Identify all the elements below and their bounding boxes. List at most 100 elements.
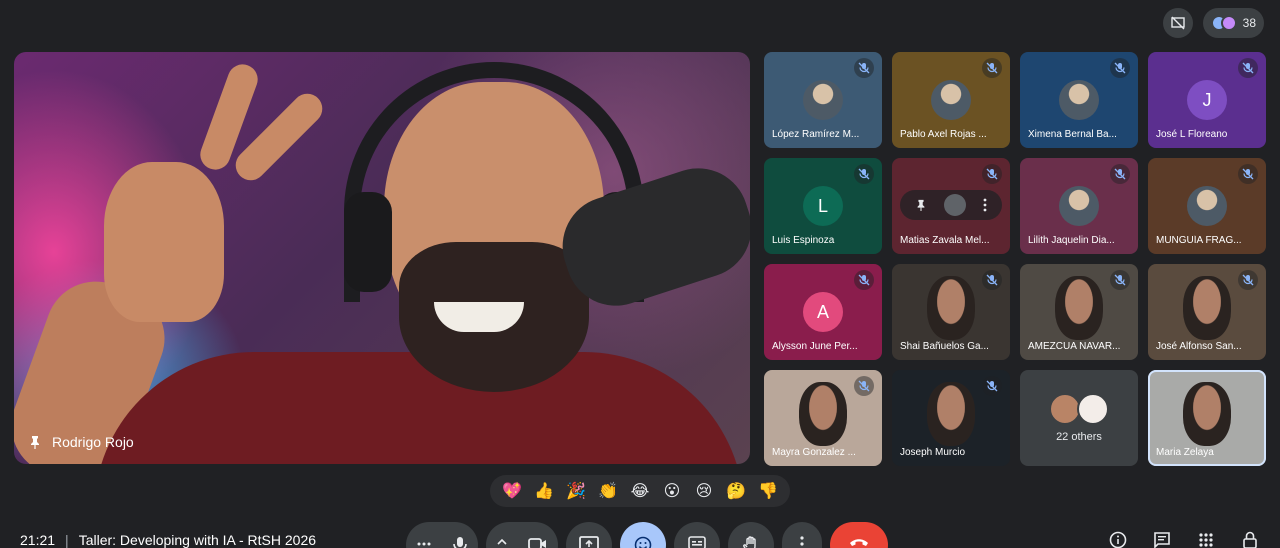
video-control-group	[486, 522, 558, 548]
participant-name: Ximena Bernal Ba...	[1028, 129, 1117, 140]
video-options-button[interactable]	[496, 536, 508, 548]
participant-tile[interactable]: Matias Zavala Mel...	[892, 158, 1010, 254]
reaction-emoji[interactable]: 👍	[530, 481, 558, 501]
mic-off-icon	[854, 58, 874, 78]
presentation-off-icon	[1170, 15, 1186, 31]
reaction-emoji[interactable]: 👏	[594, 481, 622, 501]
reaction-emoji[interactable]: 🤔	[722, 481, 750, 501]
participants-grid: López Ramírez M... Pablo Axel Rojas ... Xi…	[764, 52, 1268, 466]
chat-button[interactable]	[1152, 530, 1172, 548]
participants-button[interactable]: 38	[1202, 8, 1264, 38]
meeting-info-separator: |	[65, 532, 69, 548]
microphone-button[interactable]	[452, 536, 468, 548]
camera-button[interactable]	[528, 536, 548, 548]
reaction-emoji[interactable]: 😢	[690, 481, 718, 501]
participant-name: MUNGUÍA FRAG...	[1156, 235, 1242, 246]
reaction-emoji[interactable]: 👎	[754, 481, 782, 501]
participant-name: Alysson June Per...	[772, 341, 858, 352]
participant-tile[interactable]: J José L Floreano	[1148, 52, 1266, 148]
more-vert-icon[interactable]	[983, 198, 987, 212]
participant-video	[1183, 382, 1231, 446]
speaker-name-label: Rodrigo Rojo	[28, 434, 134, 450]
participant-name: Matias Zavala Mel...	[900, 235, 990, 246]
reaction-emoji[interactable]: 😮	[658, 481, 686, 501]
participant-count: 38	[1242, 16, 1256, 30]
raise-hand-button[interactable]	[728, 522, 774, 548]
participant-name: López Ramírez M...	[772, 129, 860, 140]
participant-name: Lilith Jaquelin Dia...	[1028, 235, 1115, 246]
activities-button[interactable]	[1196, 530, 1216, 548]
chat-icon	[1153, 531, 1171, 548]
mic-off-icon	[982, 376, 1002, 396]
participant-tile[interactable]: Ximena Bernal Ba...	[1020, 52, 1138, 148]
leave-call-button[interactable]	[830, 522, 888, 548]
audio-control-group	[406, 522, 478, 548]
present-screen-button[interactable]	[566, 522, 612, 548]
participant-avatar: L	[803, 186, 843, 226]
headphone-cup	[344, 192, 392, 292]
captions-icon	[688, 536, 706, 548]
participant-tile[interactable]: L Luis Espinoza	[764, 158, 882, 254]
mic-off-icon	[982, 270, 1002, 290]
speaker-shirt	[94, 352, 744, 464]
reactions-button[interactable]	[620, 522, 666, 548]
participant-video	[1183, 276, 1231, 340]
hand-icon	[742, 536, 760, 548]
pin-icon[interactable]	[28, 435, 42, 449]
mic-off-icon	[854, 270, 874, 290]
reaction-emoji[interactable]: 🎉	[562, 481, 590, 501]
meeting-details-button[interactable]	[1108, 530, 1128, 548]
captions-button[interactable]	[674, 522, 720, 548]
participant-tile[interactable]: Pablo Axel Rojas ...	[892, 52, 1010, 148]
mic-off-icon	[982, 164, 1002, 184]
participant-avatar	[1059, 186, 1099, 226]
apps-grid-icon	[1198, 532, 1214, 548]
participant-name: AMEZCUA NAVAR...	[1028, 341, 1121, 352]
host-controls-button[interactable]	[1240, 530, 1260, 548]
participant-video	[927, 382, 975, 446]
mic-off-icon	[1238, 58, 1258, 78]
emoji-icon	[634, 536, 652, 548]
participant-tile[interactable]: Maria Zelaya	[1148, 370, 1266, 466]
reactions-bar: 💖 👍 🎉 👏 😂 😮 😢 🤔 👎	[490, 475, 790, 507]
pin-icon[interactable]	[915, 199, 927, 211]
others-count: 22 others	[1056, 431, 1102, 443]
mic-off-icon	[854, 376, 874, 396]
audio-options-button[interactable]	[416, 536, 432, 548]
mic-off-icon	[1238, 270, 1258, 290]
participant-name: José L Floreano	[1156, 129, 1228, 140]
participant-tile[interactable]: Joseph Murcio	[892, 370, 1010, 466]
participant-tile[interactable]: AMEZCUA NAVAR...	[1020, 264, 1138, 360]
more-options-button[interactable]	[782, 522, 822, 548]
more-vert-icon	[800, 536, 804, 548]
mic-off-icon	[982, 58, 1002, 78]
participant-tile[interactable]: Lilith Jaquelin Dia...	[1020, 158, 1138, 254]
participant-tile[interactable]: A Alysson June Per...	[764, 264, 882, 360]
participant-tile[interactable]: Mayra Gonzalez ...	[764, 370, 882, 466]
participant-avatar	[803, 80, 843, 120]
participant-tile[interactable]: Shai Bañuelos Ga...	[892, 264, 1010, 360]
reaction-emoji[interactable]: 😂	[626, 481, 654, 501]
end-call-icon	[848, 536, 870, 548]
participant-avatar	[1187, 186, 1227, 226]
others-summary: 22 others	[1020, 370, 1138, 466]
mic-off-icon	[1110, 58, 1130, 78]
participant-avatar: J	[1187, 80, 1227, 120]
presentation-off-button[interactable]	[1162, 8, 1193, 38]
tile-hover-controls	[900, 190, 1002, 220]
mic-off-icon	[1238, 164, 1258, 184]
participant-tile[interactable]: José Alfonso San...	[1148, 264, 1266, 360]
participant-name: Pablo Axel Rojas ...	[900, 129, 987, 140]
participant-video	[799, 382, 847, 446]
participant-name: Joseph Murcio	[900, 447, 966, 458]
participant-video	[1055, 276, 1103, 340]
participant-tile[interactable]: MUNGUÍA FRAG...	[1148, 158, 1266, 254]
participant-name: Mayra Gonzalez ...	[772, 447, 856, 458]
participant-avatar	[1059, 80, 1099, 120]
main-speaker-tile[interactable]: Rodrigo Rojo	[14, 52, 750, 464]
reaction-emoji[interactable]: 💖	[498, 481, 526, 501]
meeting-time: 21:21	[20, 532, 56, 548]
participant-tile[interactable]: López Ramírez M...	[764, 52, 882, 148]
participant-tile[interactable]: 22 others	[1020, 370, 1138, 466]
speaker-hand	[104, 162, 224, 322]
